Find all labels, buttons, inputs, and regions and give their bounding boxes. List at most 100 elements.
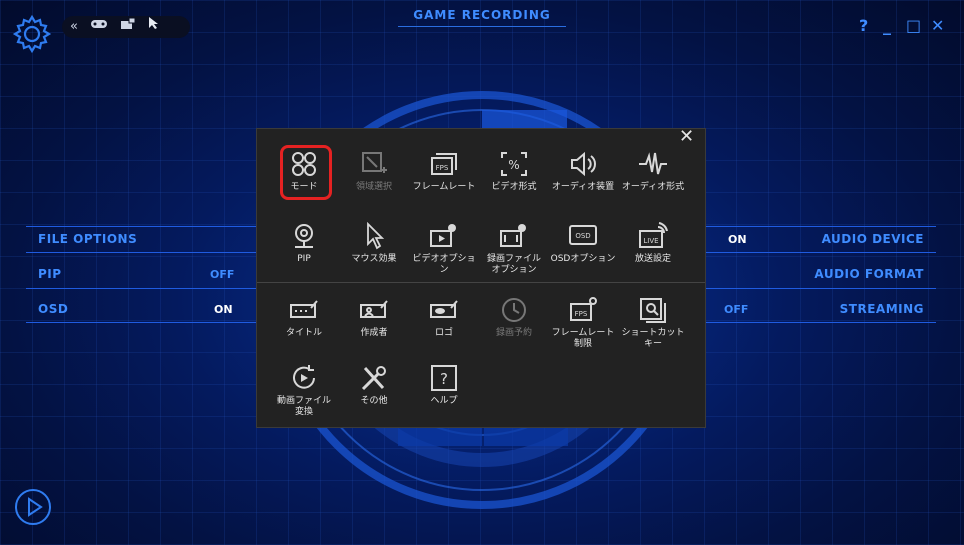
live-icon: LIVE bbox=[639, 222, 668, 248]
menu-close-button[interactable]: ✕ bbox=[679, 128, 695, 146]
menu-item[interactable]: ? ヘルプ bbox=[411, 364, 477, 407]
menu-item-label: オーディオ形式 bbox=[621, 182, 685, 192]
menu-item[interactable]: モード bbox=[271, 150, 337, 193]
audio-device-label[interactable]: AUDIO DEVICE bbox=[822, 232, 924, 246]
menu-item[interactable]: オーディオ形式 bbox=[620, 150, 686, 193]
close-window-button[interactable]: ✕ bbox=[931, 16, 944, 35]
menu-item[interactable]: マウス効果 bbox=[341, 222, 407, 265]
svg-text:OSD: OSD bbox=[575, 232, 590, 240]
menu-item[interactable]: 録画ファイル オプション bbox=[481, 222, 547, 276]
menu-item: 領域選択 bbox=[341, 150, 407, 193]
toolbar-pill: « bbox=[62, 16, 190, 38]
tools-icon bbox=[361, 366, 386, 391]
menu-item-label: 領域選択 bbox=[355, 182, 392, 192]
help-icon: ? bbox=[431, 365, 457, 391]
pip-label[interactable]: PIP bbox=[38, 267, 62, 281]
menu-item-label: モード bbox=[290, 182, 318, 192]
schedule-icon bbox=[502, 298, 526, 322]
menu-item-label: ショートカット キー bbox=[621, 328, 685, 349]
minimize-button[interactable]: _ bbox=[883, 16, 891, 35]
svg-text:FPS: FPS bbox=[575, 310, 588, 318]
row-divider bbox=[706, 288, 936, 289]
gamepad-icon[interactable] bbox=[90, 16, 108, 38]
collapse-icon[interactable]: « bbox=[70, 16, 78, 38]
fps-icon: FPS bbox=[431, 153, 457, 175]
shortcut-icon bbox=[640, 298, 666, 323]
menu-item-label: 放送設定 bbox=[634, 254, 671, 264]
pip-value[interactable]: OFF bbox=[210, 268, 234, 281]
settings-gear-icon[interactable] bbox=[12, 14, 52, 54]
convert-icon bbox=[293, 365, 315, 389]
menu-item-label: マウス効果 bbox=[351, 254, 397, 264]
file-options-icon bbox=[500, 224, 526, 247]
audio-format-label[interactable]: AUDIO FORMAT bbox=[814, 267, 924, 281]
menu-separator bbox=[257, 282, 705, 283]
row-divider bbox=[706, 322, 936, 323]
audio-device-value[interactable]: ON bbox=[728, 233, 747, 246]
streaming-label[interactable]: STREAMING bbox=[840, 302, 924, 316]
title-icon bbox=[290, 300, 318, 318]
logo-icon bbox=[430, 300, 458, 318]
region-select-icon bbox=[362, 152, 387, 173]
menu-item[interactable]: ショートカット キー bbox=[620, 296, 686, 350]
row-divider bbox=[26, 288, 256, 289]
streaming-value[interactable]: OFF bbox=[724, 303, 748, 316]
fps-limit-icon: FPS bbox=[570, 297, 597, 321]
menu-item-label: フレームレート 制限 bbox=[551, 328, 615, 349]
help-button[interactable]: ? bbox=[859, 16, 868, 35]
menu-item: 録画予約 bbox=[481, 296, 547, 339]
menu-item[interactable]: % ビデオ形式 bbox=[481, 150, 547, 193]
waveform-icon bbox=[639, 152, 667, 175]
mode-icon bbox=[292, 152, 316, 176]
menu-item[interactable]: タイトル bbox=[271, 296, 337, 339]
menu-item-label: フレームレート bbox=[412, 182, 476, 192]
menu-item[interactable]: LIVE 放送設定 bbox=[620, 222, 686, 265]
menu-item[interactable]: ビデオオプション bbox=[411, 222, 477, 276]
row-divider bbox=[706, 226, 936, 227]
row-divider bbox=[706, 252, 936, 253]
menu-item-label: オーディオ装置 bbox=[551, 182, 615, 192]
title-underline bbox=[398, 26, 566, 27]
play-icon[interactable] bbox=[14, 488, 52, 526]
menu-item-label: ビデオオプション bbox=[412, 254, 476, 275]
svg-text:FPS: FPS bbox=[436, 164, 449, 172]
file-options-label[interactable]: FILE OPTIONS bbox=[38, 232, 137, 246]
video-format-icon: % bbox=[501, 152, 527, 176]
cursor-icon bbox=[367, 222, 385, 250]
cursor-icon[interactable] bbox=[148, 16, 160, 38]
record-region-icon[interactable] bbox=[120, 16, 136, 38]
row-divider bbox=[26, 252, 256, 253]
row-divider bbox=[26, 322, 256, 323]
speaker-icon bbox=[571, 151, 596, 177]
menu-item-label: 動画ファイル 変換 bbox=[276, 396, 331, 417]
menu-item[interactable]: FPS フレームレート bbox=[411, 150, 477, 193]
menu-item[interactable]: FPS フレームレート 制限 bbox=[550, 296, 616, 350]
menu-item-label: OSDオプション bbox=[550, 254, 616, 264]
svg-text:%: % bbox=[508, 158, 519, 172]
menu-item[interactable]: オーディオ装置 bbox=[550, 150, 616, 193]
row-divider bbox=[26, 226, 256, 227]
osd-value[interactable]: ON bbox=[214, 303, 233, 316]
menu-item-label: 作成者 bbox=[360, 328, 388, 338]
author-icon bbox=[360, 300, 388, 318]
menu-item-label: タイトル bbox=[285, 328, 322, 338]
svg-text:LIVE: LIVE bbox=[643, 237, 658, 245]
menu-item-label: ヘルプ bbox=[430, 396, 458, 406]
osd-label[interactable]: OSD bbox=[38, 302, 68, 316]
video-options-icon bbox=[430, 224, 456, 247]
menu-item[interactable]: 作成者 bbox=[341, 296, 407, 339]
svg-text:?: ? bbox=[440, 370, 448, 388]
menu-item[interactable]: PIP bbox=[271, 222, 337, 265]
menu-item-label: ロゴ bbox=[434, 328, 453, 338]
maximize-button[interactable]: □ bbox=[906, 16, 921, 35]
menu-item[interactable]: 動画ファイル 変換 bbox=[271, 364, 337, 418]
menu-item-label: 録画ファイル オプション bbox=[486, 254, 541, 275]
osd-icon: OSD bbox=[569, 225, 597, 245]
menu-item[interactable]: ロゴ bbox=[411, 296, 477, 339]
menu-item-label: その他 bbox=[360, 396, 388, 406]
menu-item-label: ビデオ形式 bbox=[491, 182, 537, 192]
menu-item[interactable]: その他 bbox=[341, 364, 407, 407]
menu-item[interactable]: OSD OSDオプション bbox=[550, 222, 616, 265]
menu-item-label: PIP bbox=[297, 254, 311, 264]
menu-item-label: 録画予約 bbox=[495, 328, 532, 338]
